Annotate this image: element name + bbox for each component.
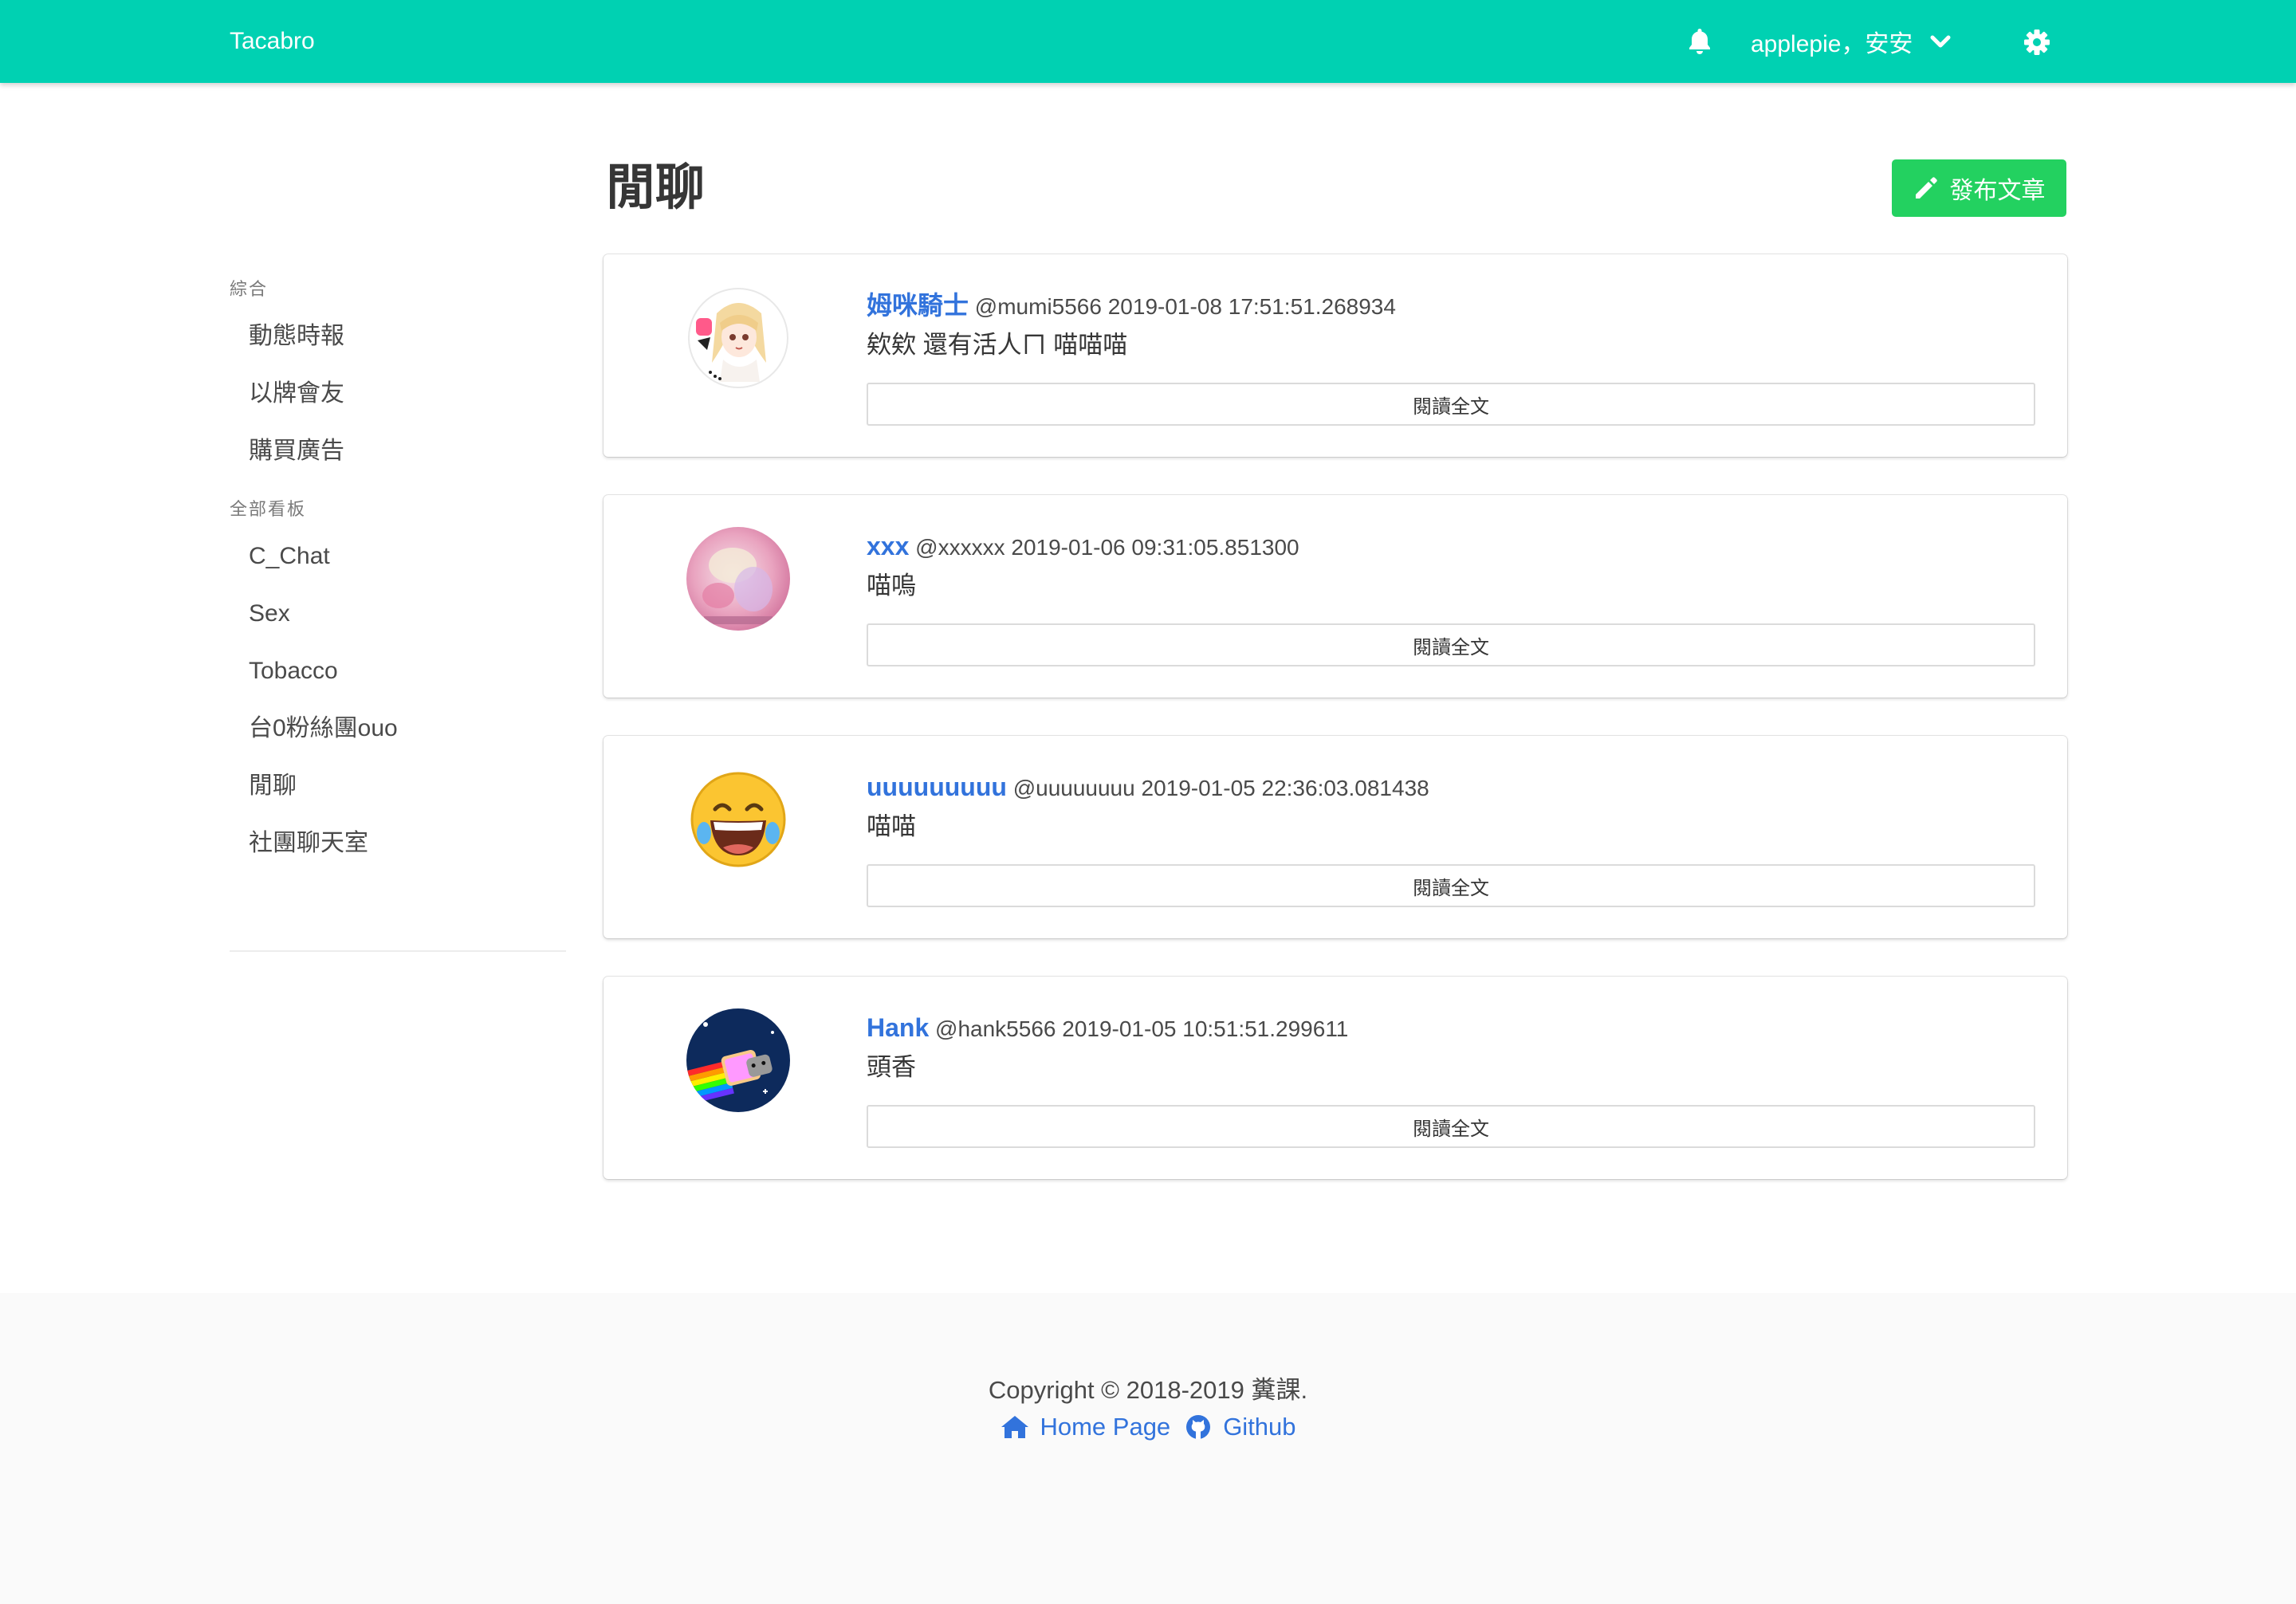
anime-girl-avatar [686, 286, 790, 390]
footer-links: Home Page Github [0, 1413, 2296, 1441]
page-title: 閒聊 [606, 160, 706, 215]
home-icon [1001, 1416, 1029, 1438]
publish-post-label: 發布文章 [1949, 178, 2046, 204]
publish-post-button[interactable]: 發布文章 [1892, 159, 2066, 217]
sidebar-item-tobacco[interactable]: Tobacco [230, 643, 566, 700]
read-more-button[interactable]: 閱讀全文 [867, 623, 2035, 666]
post-timestamp: 2019-01-05 10:51:51.299611 [1062, 1016, 1349, 1041]
pink-art-avatar [686, 527, 790, 631]
sidebar: 綜合 動態時報 以牌會友 購買廣告 全部看板 C_Chat Sex Tobacc… [230, 271, 566, 883]
sidebar-item-c-chat[interactable]: C_Chat [230, 528, 566, 585]
post-author-handle: @uuuuuuuu [1012, 776, 1135, 800]
sidebar-item-sex[interactable]: Sex [230, 585, 566, 643]
laughing-emoji-avatar [686, 768, 790, 871]
sidebar-item-club-chatroom[interactable]: 社團聊天室 [230, 815, 566, 872]
post-card: Hank @hank5566 2019-01-05 10:51:51.29961… [603, 977, 2067, 1179]
user-menu-label: applepie，安安 [1751, 31, 1913, 57]
top-navbar: Tacabro applepie，安安 [0, 0, 2296, 83]
post-author-handle: @mumi5566 [974, 294, 1102, 319]
post-timestamp: 2019-01-08 17:51:51.268934 [1107, 294, 1396, 319]
sidebar-item-card-friends[interactable]: 以牌會友 [230, 365, 566, 423]
read-more-button[interactable]: 閱讀全文 [867, 1105, 2035, 1148]
post-header: xxx @xxxxxx 2019-01-06 09:31:05.851300 [867, 530, 1299, 564]
sidebar-item-chitchat[interactable]: 閒聊 [230, 757, 566, 815]
bell-icon[interactable] [1687, 27, 1712, 56]
post-author-name[interactable]: uuuuuuuuu [867, 773, 1007, 801]
sidebar-item-buy-ads[interactable]: 購買廣告 [230, 423, 566, 480]
sidebar-section-boards-label: 全部看板 [230, 499, 307, 519]
post-body: 欸欸 還有活人ㄇ 喵喵喵 [867, 331, 1128, 359]
post-header: Hank @hank5566 2019-01-05 10:51:51.29961… [867, 1012, 1348, 1045]
post-body: 喵喵 [867, 812, 916, 840]
user-menu[interactable]: applepie，安安 [1751, 0, 1952, 83]
post-body: 頭香 [867, 1053, 916, 1081]
read-more-button[interactable]: 閱讀全文 [867, 383, 2035, 426]
post-body: 喵嗚 [867, 572, 916, 600]
nyan-cat-avatar [686, 1008, 790, 1112]
post-author-name[interactable]: Hank [867, 1013, 929, 1042]
sidebar-general-list: 動態時報 以牌會友 購買廣告 [230, 308, 566, 480]
github-link[interactable]: Github [1183, 1413, 1296, 1441]
user-avatar[interactable] [686, 768, 790, 871]
home-page-link[interactable]: Home Page [1000, 1413, 1170, 1441]
user-avatar[interactable] [686, 527, 790, 631]
read-more-button[interactable]: 閱讀全文 [867, 864, 2035, 907]
footer: Copyright © 2018-2019 糞課. Home Page Gith… [0, 1293, 2296, 1604]
sidebar-item-fan-club[interactable]: 台0粉絲團ouo [230, 700, 566, 757]
pencil-icon [1915, 177, 1937, 199]
post-author-name[interactable]: 姆咪騎士 [867, 291, 969, 320]
post-card: 姆咪騎士 @mumi5566 2019-01-08 17:51:51.26893… [603, 254, 2067, 457]
sidebar-item-timeline[interactable]: 動態時報 [230, 308, 566, 365]
post-timestamp: 2019-01-05 22:36:03.081438 [1141, 776, 1429, 800]
home-page-label: Home Page [1040, 1413, 1171, 1441]
copyright-text: Copyright © 2018-2019 糞課. [988, 1376, 1308, 1404]
sidebar-section-general-label: 綜合 [230, 279, 269, 299]
post-author-handle: @hank5566 [935, 1016, 1056, 1041]
sidebar-boards-list: C_Chat Sex Tobacco 台0粉絲團ouo 閒聊 社團聊天室 [230, 528, 566, 872]
post-author-name[interactable]: xxx [867, 532, 909, 560]
gear-icon[interactable] [2023, 29, 2050, 56]
github-label: Github [1223, 1413, 1296, 1441]
post-timestamp: 2019-01-06 09:31:05.851300 [1011, 535, 1299, 560]
post-header: uuuuuuuuu @uuuuuuuu 2019-01-05 22:36:03.… [867, 771, 1429, 804]
user-avatar[interactable] [686, 1008, 790, 1112]
sidebar-divider [230, 950, 566, 952]
brand-logo[interactable]: Tacabro [230, 0, 315, 83]
post-author-handle: @xxxxxx [915, 535, 1005, 560]
post-card: xxx @xxxxxx 2019-01-06 09:31:05.851300 喵… [603, 495, 2067, 698]
user-avatar[interactable] [686, 286, 790, 390]
post-header: 姆咪騎士 @mumi5566 2019-01-08 17:51:51.26893… [867, 289, 1396, 323]
post-card: uuuuuuuuu @uuuuuuuu 2019-01-05 22:36:03.… [603, 736, 2067, 938]
github-icon [1186, 1415, 1211, 1439]
chevron-down-icon [1930, 35, 1951, 48]
